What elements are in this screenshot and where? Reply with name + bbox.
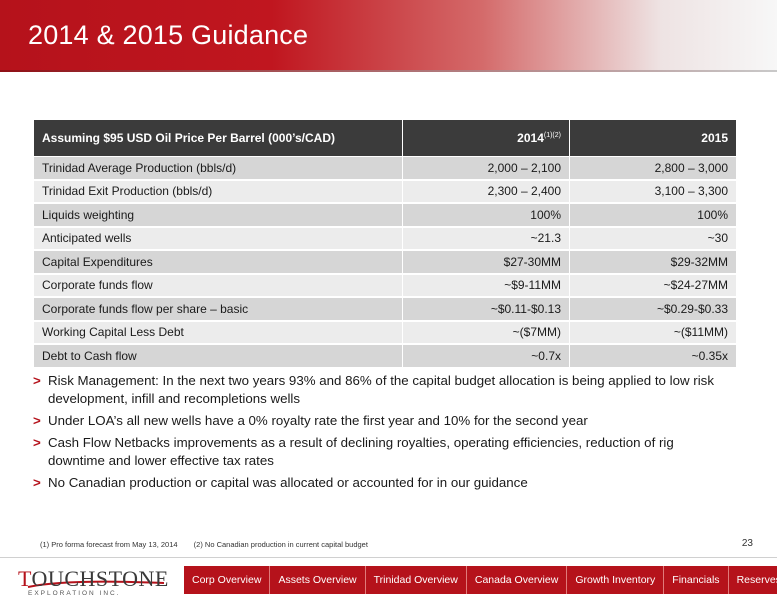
row-value-2015: ~$24-27MM [569,273,737,298]
row-label: Corporate funds flow per share – basic [33,296,403,322]
bullet-marker: > [33,475,41,490]
table-row: Trinidad Average Production (bbls/d) 2,0… [33,156,737,181]
row-value-2014: 100% [402,202,570,228]
nav-trinidad-overview[interactable]: Trinidad Overview [366,566,467,594]
row-value-2015: ~$0.29-$0.33 [569,296,737,322]
row-value-2014: ~0.7x [402,343,570,369]
bullet-marker: > [33,413,41,428]
row-label: Debt to Cash flow [33,343,403,369]
footer-divider [0,557,777,558]
bullet-text: Cash Flow Netbacks improvements as a res… [48,435,674,468]
nav-financials[interactable]: Financials [664,566,729,594]
bullet-item: > Risk Management: In the next two years… [33,372,723,408]
row-value-2015: ~0.35x [569,343,737,369]
row-value-2014: ~($7MM) [402,320,570,345]
table-row: Anticipated wells ~21.3 ~30 [33,226,737,251]
row-value-2015: 3,100 – 3,300 [569,179,737,204]
row-value-2014: $27-30MM [402,249,570,275]
table-row: Liquids weighting 100% 100% [33,202,737,228]
title-banner: 2014 & 2015 Guidance [0,0,777,70]
table-row: Capital Expenditures $27-30MM $29-32MM [33,249,737,275]
bullet-marker: > [33,373,41,388]
logo-subtitle: EXPLORATION INC. [28,590,121,597]
slide-title: 2014 & 2015 Guidance [28,20,309,50]
footnotes: (1) Pro forma forecast from May 13, 2014… [40,540,382,549]
page-number: 23 [741,538,753,549]
bullet-text: No Canadian production or capital was al… [48,475,528,490]
header-2014: 2014(1)(2) [402,119,570,157]
table-row: Trinidad Exit Production (bbls/d) 2,300 … [33,179,737,204]
nav-canada-overview[interactable]: Canada Overview [467,566,568,594]
section-nav: Corp Overview Assets Overview Trinidad O… [184,566,777,594]
bullet-text: Risk Management: In the next two years 9… [48,373,714,406]
nav-corp-overview[interactable]: Corp Overview [184,566,271,594]
row-value-2015: $29-32MM [569,249,737,275]
logo-wordmark: TOUCHSTONE [18,566,169,592]
bullet-item: > Under LOA’s all new wells have a 0% ro… [33,412,723,430]
row-value-2015: 2,800 – 3,000 [569,156,737,181]
logo-initial: T [18,566,32,591]
bullet-text: Under LOA’s all new wells have a 0% roya… [48,413,588,428]
logo-word-rest: OUCHSTONE [31,566,169,591]
company-logo: TOUCHSTONE EXPLORATION INC. [18,566,168,598]
table-row: Debt to Cash flow ~0.7x ~0.35x [33,343,737,369]
guidance-table: Assuming $95 USD Oil Price Per Barrel (0… [33,119,737,369]
nav-reserves[interactable]: Reserves [729,566,777,594]
row-label: Anticipated wells [33,226,403,251]
bullet-marker: > [33,435,41,450]
header-assumption: Assuming $95 USD Oil Price Per Barrel (0… [33,119,403,157]
row-label: Trinidad Exit Production (bbls/d) [33,179,403,204]
row-label: Capital Expenditures [33,249,403,275]
row-value-2015: ~($11MM) [569,320,737,345]
table-row: Corporate funds flow ~$9-11MM ~$24-27MM [33,273,737,298]
bullet-list: > Risk Management: In the next two years… [33,372,723,496]
table-row: Corporate funds flow per share – basic ~… [33,296,737,322]
row-value-2015: ~30 [569,226,737,251]
bullet-item: > Cash Flow Netbacks improvements as a r… [33,434,723,470]
row-label: Trinidad Average Production (bbls/d) [33,156,403,181]
row-value-2014: ~21.3 [402,226,570,251]
table-row: Working Capital Less Debt ~($7MM) ~($11M… [33,320,737,345]
header-2014-label: 2014 [517,131,544,145]
bullet-item: > No Canadian production or capital was … [33,474,723,492]
row-value-2014: 2,300 – 2,400 [402,179,570,204]
nav-assets-overview[interactable]: Assets Overview [270,566,366,594]
nav-growth-inventory[interactable]: Growth Inventory [567,566,665,594]
row-label: Working Capital Less Debt [33,320,403,345]
header-2015: 2015 [569,119,737,157]
header-divider [0,70,777,72]
header-2014-footnote-ref: (1)(2) [543,132,561,139]
row-label: Corporate funds flow [33,273,403,298]
row-label: Liquids weighting [33,202,403,228]
row-value-2014: ~$0.11-$0.13 [402,296,570,322]
footnote-1: (1) Pro forma forecast from May 13, 2014 [40,540,178,549]
footnote-2: (2) No Canadian production in current ca… [193,540,368,549]
row-value-2014: 2,000 – 2,100 [402,156,570,181]
row-value-2015: 100% [569,202,737,228]
row-value-2014: ~$9-11MM [402,273,570,298]
table-header-row: Assuming $95 USD Oil Price Per Barrel (0… [33,119,737,157]
